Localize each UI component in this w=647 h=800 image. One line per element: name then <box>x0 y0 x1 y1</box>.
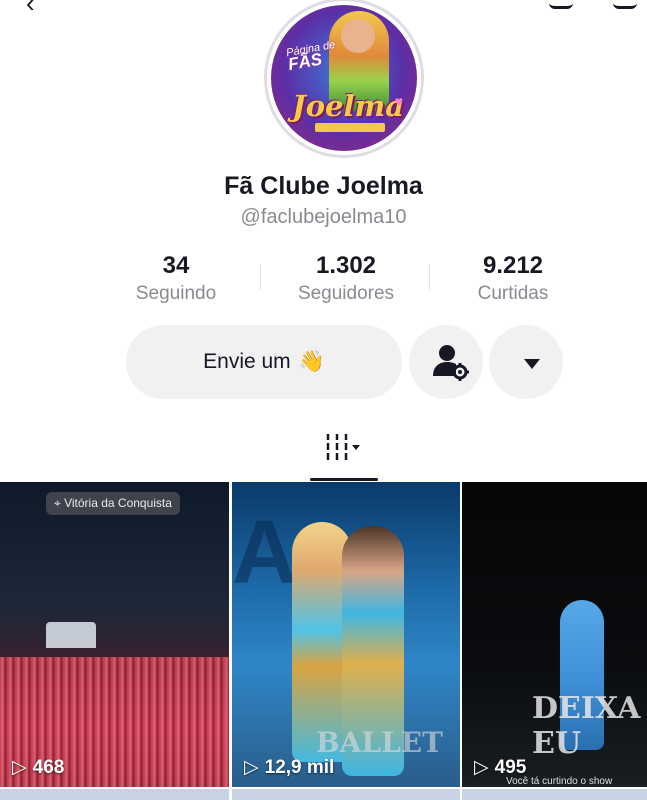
heart-icon: ♥ <box>394 93 403 109</box>
avatar-logo-ribbon <box>315 123 385 132</box>
play-icon: ▷ <box>474 757 489 778</box>
view-count-value: 12,9 mil <box>264 756 335 778</box>
grid-view-icon <box>326 434 360 460</box>
video-overlay-text: BALLET <box>316 726 443 759</box>
display-name: Fã Clube Joelma <box>224 172 423 200</box>
back-arrow-icon[interactable]: ‹ <box>26 0 35 19</box>
play-icon: ▷ <box>244 757 259 778</box>
stat-likes-value: 9.212 <box>482 252 544 279</box>
stat-following-value: 34 <box>162 252 190 279</box>
avatar-image: Página de FÃS Joelma ♥ <box>271 5 417 151</box>
stat-likes[interactable]: 9.212 Curtidas <box>458 252 568 308</box>
location-pin-icon: ⌖ <box>54 496 65 510</box>
view-count-value: 468 <box>32 756 65 778</box>
profile-stats: 34 Seguindo 1.302 Seguidores 9.212 Curti… <box>0 252 647 312</box>
location-tag: ⌖ Vitória da Conquista <box>46 492 180 515</box>
profile-actions: Envie um 👋 <box>0 325 647 399</box>
wave-emoji-icon: 👋 <box>298 350 325 373</box>
stat-followers[interactable]: 1.302 Seguidores <box>276 252 416 308</box>
stat-divider <box>260 264 261 290</box>
send-message-button[interactable]: Envie um 👋 <box>126 325 402 399</box>
location-label: Vitória da Conquista <box>64 496 172 510</box>
stat-following-label: Seguindo <box>135 283 217 304</box>
stat-following[interactable]: 34 Seguindo <box>116 252 236 308</box>
video-overlay-text: DEIXA EU <box>532 691 641 761</box>
view-count: ▷ 468 <box>12 756 64 779</box>
background-letter: A <box>232 503 297 603</box>
send-message-label: Envie um <box>203 350 291 373</box>
caret-down-icon <box>524 359 540 369</box>
next-row-thumbnail[interactable] <box>232 789 460 800</box>
tab-videos-grid[interactable] <box>310 428 378 482</box>
more-options-button[interactable] <box>489 325 563 399</box>
user-settings-icon <box>433 345 469 381</box>
stat-followers-value: 1.302 <box>315 252 377 279</box>
notification-icon[interactable] <box>549 0 573 9</box>
next-row-thumbnail[interactable] <box>462 789 647 800</box>
video-grid: ⌖ Vitória da Conquista ▷ 468 A BALLET ▷ … <box>0 482 647 800</box>
stage-lights <box>46 622 96 648</box>
top-right-icons <box>549 0 637 9</box>
play-icon: ▷ <box>12 757 27 778</box>
user-settings-button[interactable] <box>409 325 483 399</box>
share-icon[interactable] <box>613 0 637 9</box>
stat-likes-label: Curtidas <box>477 283 549 304</box>
avatar-face <box>341 19 375 53</box>
stat-followers-label: Seguidores <box>297 283 395 304</box>
profile-avatar[interactable]: Página de FÃS Joelma ♥ <box>264 0 424 158</box>
video-thumbnail[interactable]: ⌖ Vitória da Conquista ▷ 468 <box>0 482 229 787</box>
avatar-logo-text: Joelma <box>291 89 404 123</box>
video-thumbnail[interactable]: DEIXA EU ▷ 495 Você tá curtindo o show <box>462 482 647 787</box>
active-tab-indicator <box>310 478 378 481</box>
content-tabs <box>0 428 647 482</box>
username: @faclubejoelma10 <box>240 206 407 228</box>
video-caption: Você tá curtindo o show <box>506 776 613 787</box>
video-thumbnail[interactable]: A BALLET ▷ 12,9 mil <box>232 482 460 787</box>
next-row-thumbnail[interactable] <box>0 789 229 800</box>
view-count: ▷ 12,9 mil <box>244 756 334 779</box>
stat-divider <box>429 264 430 290</box>
